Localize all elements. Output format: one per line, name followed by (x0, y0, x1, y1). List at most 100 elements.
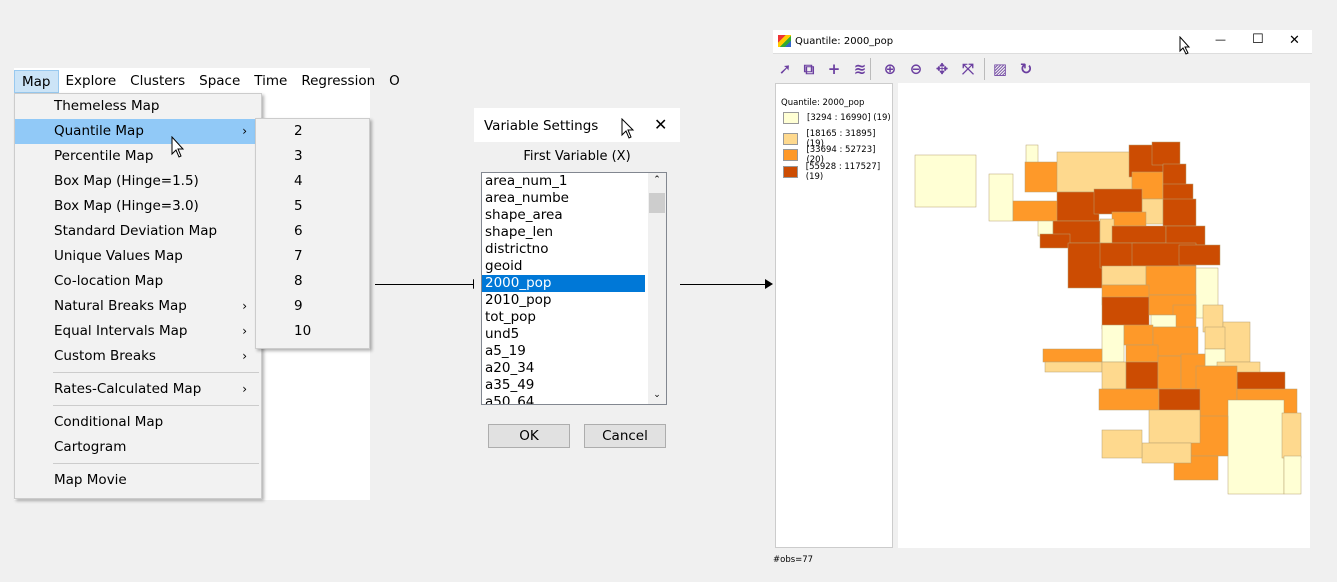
menu-map[interactable]: Map (14, 70, 59, 93)
zoom-in-icon[interactable]: ⊕ (881, 60, 899, 78)
community-area-region[interactable] (1125, 344, 1159, 363)
community-area-region[interactable] (1101, 296, 1150, 330)
community-area-region[interactable] (1145, 265, 1197, 296)
menu-item-box-map-hinge-1-5-[interactable]: Box Map (Hinge=1.5) (15, 169, 261, 194)
community-area-region[interactable] (1141, 442, 1192, 464)
basemap-icon[interactable]: ▨ (991, 60, 1009, 78)
community-area-region[interactable] (1125, 361, 1159, 390)
close-icon[interactable]: ✕ (654, 115, 667, 134)
community-area-region[interactable] (1227, 399, 1285, 495)
submenu-item-4[interactable]: 4 (256, 169, 369, 194)
scroll-up-icon[interactable]: ⌃ (648, 175, 666, 185)
add-icon[interactable]: + (825, 60, 843, 78)
variable-option[interactable]: 2000_pop (482, 275, 645, 292)
community-area-region[interactable] (1111, 225, 1167, 244)
menu-item-map-movie[interactable]: Map Movie (15, 468, 261, 493)
submenu-item-9[interactable]: 9 (256, 294, 369, 319)
community-area-region[interactable] (1165, 225, 1206, 246)
community-area-region[interactable] (988, 173, 1014, 222)
community-area-region[interactable] (1067, 242, 1103, 289)
community-area-region[interactable] (1056, 191, 1100, 222)
menu-item-rates-calculated-map[interactable]: Rates-Calculated Map › (15, 377, 261, 402)
community-area-region[interactable] (1172, 304, 1197, 330)
menu-regression[interactable]: Regression (294, 70, 382, 93)
submenu-item-10[interactable]: 10 (256, 319, 369, 344)
variable-option[interactable]: area_numbe (482, 190, 645, 207)
community-area-region[interactable] (1281, 412, 1302, 459)
menu-item-percentile-map[interactable]: Percentile Map (15, 144, 261, 169)
community-area-region[interactable] (1101, 361, 1127, 390)
community-area-region[interactable] (1042, 348, 1103, 363)
scrollbar-thumb[interactable] (649, 193, 665, 213)
community-area-region[interactable] (1162, 163, 1187, 187)
menu-item-unique-values-map[interactable]: Unique Values Map (15, 244, 261, 269)
submenu-item-5[interactable]: 5 (256, 194, 369, 219)
variable-option[interactable]: und5 (482, 326, 645, 343)
community-area-region[interactable] (1152, 326, 1199, 357)
variable-option[interactable]: shape_area (482, 207, 645, 224)
refresh-icon[interactable]: ↻ (1017, 60, 1035, 78)
pan-icon[interactable]: ✥ (933, 60, 951, 78)
community-area-region[interactable] (1178, 244, 1221, 266)
community-area-region[interactable] (1222, 321, 1251, 363)
menu-item-custom-breaks[interactable]: Custom Breaks › (15, 344, 261, 369)
community-area-region[interactable] (1157, 355, 1182, 390)
community-area-region[interactable] (1162, 183, 1194, 202)
menu-item-co-location-map[interactable]: Co-location Map (15, 269, 261, 294)
variable-option[interactable]: shape_len (482, 224, 645, 241)
fit-icon[interactable]: ⤧ (959, 60, 977, 78)
menu-space[interactable]: Space (192, 70, 247, 93)
community-area-region[interactable] (914, 154, 977, 208)
submenu-item-7[interactable]: 7 (256, 244, 369, 269)
cancel-button[interactable]: Cancel (584, 424, 666, 448)
submenu-item-2[interactable]: 2 (256, 119, 369, 144)
select-icon[interactable]: ➚ (776, 60, 794, 78)
community-area-region[interactable] (1101, 324, 1125, 363)
ok-button[interactable]: OK (488, 424, 570, 448)
menu-item-conditional-map[interactable]: Conditional Map (15, 410, 261, 435)
menu-explore[interactable]: Explore (59, 70, 124, 93)
variable-option[interactable]: area_num_1 (482, 173, 645, 190)
layers-icon[interactable]: ≋ (851, 60, 869, 78)
menu-item-cartogram[interactable]: Cartogram (15, 435, 261, 460)
menu-item-themeless-map[interactable]: Themeless Map (15, 94, 261, 119)
variable-option[interactable]: 2010_pop (482, 292, 645, 309)
variable-listbox[interactable]: area_num_1 area_numbe shape_area shape_len d… (481, 172, 667, 405)
community-area-region[interactable] (1283, 455, 1302, 495)
variable-option[interactable]: a5_19 (482, 343, 645, 360)
menu-item-equal-intervals-map[interactable]: Equal Intervals Map › (15, 319, 261, 344)
community-area-region[interactable] (1162, 198, 1197, 227)
community-area-region[interactable] (1101, 265, 1147, 286)
zoom-out-icon[interactable]: ⊖ (907, 60, 925, 78)
variable-option[interactable]: districtno (482, 241, 645, 258)
community-area-region[interactable] (1044, 361, 1103, 373)
menu-item-natural-breaks-map[interactable]: Natural Breaks Map › (15, 294, 261, 319)
community-area-region[interactable] (1093, 188, 1143, 215)
scrollbar[interactable]: ⌃ ⌄ (648, 173, 666, 404)
community-area-region[interactable] (1123, 324, 1154, 346)
variable-option[interactable]: tot_pop (482, 309, 645, 326)
variable-option[interactable]: a50_64 (482, 394, 645, 404)
community-area-region[interactable] (1098, 388, 1160, 411)
community-area-region[interactable] (1056, 151, 1133, 193)
maximize-button[interactable]: ☐ (1252, 32, 1264, 47)
close-button[interactable]: ✕ (1289, 33, 1300, 48)
submenu-item-6[interactable]: 6 (256, 219, 369, 244)
community-area-region[interactable] (1111, 211, 1147, 227)
variable-option[interactable]: a35_49 (482, 377, 645, 394)
submenu-item-3[interactable]: 3 (256, 144, 369, 169)
community-area-region[interactable] (1101, 429, 1143, 459)
community-area-region[interactable] (1204, 326, 1226, 350)
community-area-region[interactable] (1150, 314, 1177, 328)
menu-item-box-map-hinge-3-0-[interactable]: Box Map (Hinge=3.0) (15, 194, 261, 219)
minimize-button[interactable]: — (1215, 33, 1226, 46)
menu-item-quantile-map[interactable]: Quantile Map › (15, 119, 261, 144)
variable-option[interactable]: geoid (482, 258, 645, 275)
community-area-region[interactable] (1039, 233, 1071, 249)
menu-item-standard-deviation-map[interactable]: Standard Deviation Map (15, 219, 261, 244)
copy-icon[interactable]: ⧉ (800, 60, 818, 78)
scroll-down-icon[interactable]: ⌄ (648, 390, 666, 400)
community-area-region[interactable] (1099, 242, 1137, 269)
community-area-region[interactable] (1151, 141, 1181, 166)
menu-time[interactable]: Time (247, 70, 294, 93)
